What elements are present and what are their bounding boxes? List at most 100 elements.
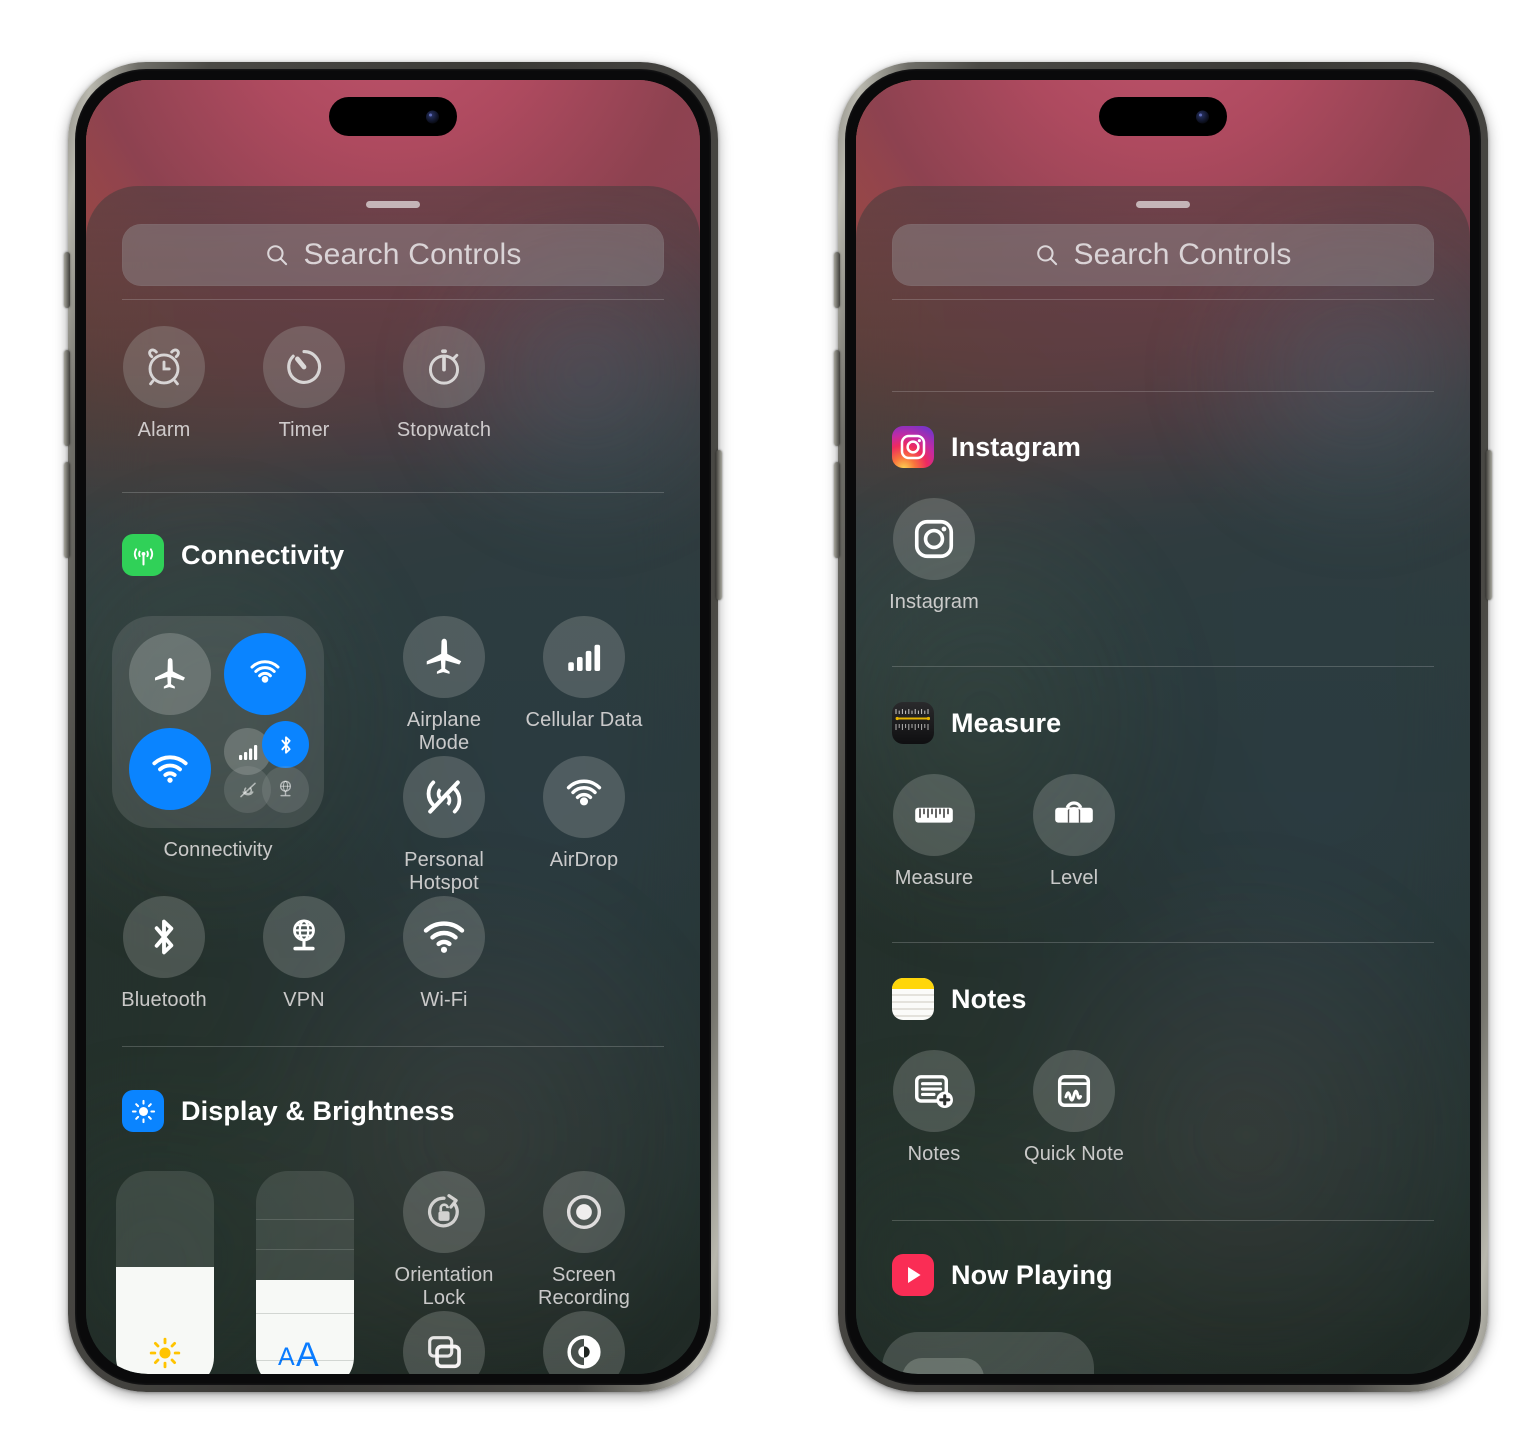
section-title: Instagram: [951, 431, 1081, 462]
tile-label: Level: [1049, 867, 1099, 889]
section-header-notes: Notes: [892, 978, 1027, 1020]
play-triangle-icon: [908, 1266, 921, 1284]
text-size-tick: [256, 1218, 354, 1220]
tile-stage-manager[interactable]: [384, 1311, 504, 1374]
text-size-slider[interactable]: A A: [256, 1171, 354, 1374]
tile-label: Orientation Lock: [394, 1264, 494, 1309]
vpn-globe-icon: [293, 919, 315, 951]
screen-record-icon: [566, 1194, 602, 1230]
volume-down-button-right[interactable]: [834, 462, 840, 558]
cellular-data-toggle[interactable]: [224, 633, 306, 715]
search-icon: [267, 245, 288, 266]
tile-quick-note[interactable]: Quick Note: [1014, 1050, 1134, 1166]
tile-personal-hotspot[interactable]: Personal Hotspot: [384, 756, 504, 895]
svg-text:A: A: [278, 1343, 295, 1371]
divider-top-right: [892, 299, 1434, 300]
section-title: Connectivity: [181, 539, 345, 570]
connectivity-pad: [112, 616, 324, 828]
section-header-now-playing: Now Playing: [892, 1254, 1113, 1296]
text-size-tick: [256, 1249, 354, 1251]
tile-label: Measure: [894, 867, 974, 889]
tile-label: Airplane Mode: [406, 709, 482, 754]
connectivity-group-label: Connectivity: [163, 839, 273, 861]
airplane-icon: [426, 638, 462, 674]
bluetooth-icon: [154, 919, 174, 955]
phone-left: Search Controls Alarm Timer Stopwatch Co…: [64, 62, 722, 1392]
tile-bluetooth[interactable]: Bluetooth: [104, 896, 224, 1012]
tile-alarm[interactable]: Alarm: [104, 326, 224, 442]
tile-label: VPN: [283, 989, 325, 1011]
quick-note-icon: [1057, 1074, 1091, 1108]
search-input-left[interactable]: Search Controls: [122, 224, 664, 286]
measure-app-icon: [892, 702, 934, 744]
stopwatch-icon: [428, 349, 460, 385]
control-connectivity-group[interactable]: Connectivity: [112, 616, 324, 862]
action-button-right[interactable]: [834, 252, 840, 308]
sheet-grabber-right[interactable]: [1136, 201, 1190, 208]
alarm-clock-icon: [148, 348, 180, 386]
dynamic-island-right: [1099, 97, 1227, 136]
volume-up-button-left[interactable]: [64, 350, 70, 446]
text-size-icon: A A: [278, 1337, 319, 1371]
wifi-toggle[interactable]: [129, 728, 211, 810]
power-button-left[interactable]: [716, 450, 722, 600]
tile-wifi[interactable]: Wi-Fi: [384, 896, 504, 1012]
divider-display: [122, 1046, 664, 1047]
instagram-glyph-icon: [900, 434, 926, 460]
screenshot-canvas: Search Controls Alarm Timer Stopwatch Co…: [0, 0, 1536, 1452]
rotation-lock-icon: [427, 1194, 459, 1228]
tile-stopwatch[interactable]: Stopwatch: [384, 326, 504, 442]
media-artwork-placeholder: [902, 1358, 984, 1374]
dark-mode-icon: [567, 1335, 601, 1369]
sheet-grabber-left[interactable]: [366, 201, 420, 208]
power-button-right[interactable]: [1486, 450, 1492, 600]
now-playing-widget-preview[interactable]: [882, 1332, 1094, 1374]
sun-icon: [149, 1337, 181, 1369]
svg-text:A: A: [296, 1337, 319, 1371]
tile-label: Bluetooth: [121, 989, 207, 1011]
tile-screen-recording[interactable]: Screen Recording: [524, 1171, 644, 1310]
cellular-bars-icon: [568, 644, 601, 671]
tile-instagram[interactable]: Instagram: [874, 498, 994, 614]
tile-label: Timer: [278, 419, 330, 441]
section-header-instagram: Instagram: [892, 426, 1081, 468]
divider-notes: [892, 942, 1434, 943]
volume-down-button-left[interactable]: [64, 462, 70, 558]
ruler-icon-circle: [893, 774, 975, 856]
now-playing-app-icon: [892, 1254, 934, 1296]
section-title: Measure: [951, 707, 1062, 738]
action-button-left[interactable]: [64, 252, 70, 308]
brightness-slider[interactable]: [116, 1171, 214, 1374]
measure-glyph-icon: [895, 709, 930, 730]
cellular-bars-icon-circle: [543, 616, 625, 698]
brightness-app-icon: [122, 1090, 164, 1132]
tile-timer[interactable]: Timer: [244, 326, 364, 442]
tile-cellular-data[interactable]: Cellular Data: [524, 616, 644, 732]
tile-dark-mode[interactable]: [524, 1311, 644, 1374]
ruler-icon: [915, 807, 953, 823]
tile-label: AirDrop: [549, 849, 619, 871]
tile-airplane-mode[interactable]: Airplane Mode: [384, 616, 504, 755]
front-camera-icon: [426, 110, 439, 123]
tile-vpn[interactable]: VPN: [244, 896, 364, 1012]
hotspot-off-icon: [426, 780, 462, 814]
search-input-right[interactable]: Search Controls: [892, 224, 1434, 286]
wifi-icon: [152, 755, 188, 783]
tile-label: Wi-Fi: [420, 989, 468, 1011]
tile-notes[interactable]: Notes: [874, 1050, 994, 1166]
tile-measure[interactable]: Measure: [874, 774, 994, 890]
vpn-toggle[interactable]: [262, 766, 309, 813]
tile-airdrop[interactable]: AirDrop: [524, 756, 644, 872]
tile-label: Alarm: [137, 419, 191, 441]
tile-orientation-lock[interactable]: Orientation Lock: [384, 1171, 504, 1310]
level-icon: [1055, 801, 1093, 823]
search-placeholder-left: Search Controls: [303, 238, 522, 271]
bluetooth-toggle[interactable]: [262, 721, 309, 768]
text-size-tick: [256, 1312, 354, 1314]
search-icon: [1037, 245, 1058, 266]
airplane-mode-toggle[interactable]: [129, 633, 211, 715]
new-note-icon: [915, 1075, 953, 1109]
tile-level[interactable]: Level: [1014, 774, 1134, 890]
volume-up-button-right[interactable]: [834, 350, 840, 446]
timer-icon: [287, 350, 322, 384]
